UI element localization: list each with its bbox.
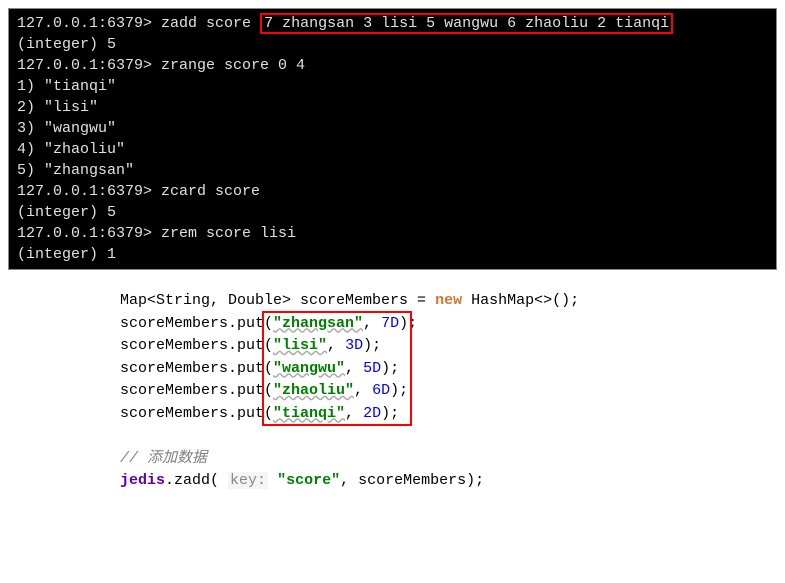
code-line-put: scoreMembers.put("wangwu", 5D); (120, 358, 777, 381)
code-text: , (345, 405, 363, 422)
code-text: scoreMembers.put( (120, 337, 273, 354)
terminal-output: 127.0.0.1:6379> zadd score 7 zhangsan 3 … (8, 8, 777, 270)
terminal-line: 4) "zhaoliu" (17, 139, 768, 160)
number-literal: 7D (381, 315, 399, 332)
code-line-zadd: jedis.zadd( key: "score", scoreMembers); (120, 470, 777, 493)
code-text: , scoreMembers); (340, 472, 484, 489)
code-line-decl: Map<String, Double> scoreMembers = new H… (120, 290, 777, 313)
number-literal: 5D (363, 360, 381, 377)
code-text: Map<String, Double> scoreMembers = (120, 292, 435, 309)
code-text: HashMap<>(); (462, 292, 579, 309)
terminal-line: 127.0.0.1:6379> zrem score lisi (17, 223, 768, 244)
number-literal: 3D (345, 337, 363, 354)
code-text: ); (390, 382, 408, 399)
code-text: ); (381, 405, 399, 422)
string-literal: "zhangsan" (273, 315, 363, 332)
string-literal: "zhaoliu" (273, 382, 354, 399)
code-comment: // 添加数据 (120, 448, 777, 471)
zadd-args-highlight: 7 zhangsan 3 lisi 5 wangwu 6 zhaoliu 2 t… (260, 13, 673, 34)
number-literal: 2D (363, 405, 381, 422)
terminal-cmd: zadd score (161, 15, 260, 32)
code-line-put: scoreMembers.put("tianqi", 2D); (120, 403, 777, 426)
terminal-prompt: 127.0.0.1:6379> (17, 57, 161, 74)
terminal-cmd: zrange score 0 4 (161, 57, 305, 74)
code-text: .zadd( (165, 472, 228, 489)
terminal-line: 127.0.0.1:6379> zcard score (17, 181, 768, 202)
code-text: , (327, 337, 345, 354)
blank-line (120, 425, 777, 448)
code-text: , (354, 382, 372, 399)
terminal-line: (integer) 5 (17, 34, 768, 55)
code-line-put: scoreMembers.put("lisi", 3D); (120, 335, 777, 358)
code-text: ); (363, 337, 381, 354)
terminal-cmd: zrem score lisi (161, 225, 296, 242)
code-line-put: scoreMembers.put("zhaoliu", 6D); (120, 380, 777, 403)
code-text: , (345, 360, 363, 377)
terminal-line: (integer) 5 (17, 202, 768, 223)
terminal-prompt: 127.0.0.1:6379> (17, 225, 161, 242)
code-text: scoreMembers.put( (120, 360, 273, 377)
terminal-prompt: 127.0.0.1:6379> (17, 183, 161, 200)
terminal-line: 127.0.0.1:6379> zrange score 0 4 (17, 55, 768, 76)
terminal-line: 2) "lisi" (17, 97, 768, 118)
code-text: scoreMembers.put( (120, 315, 273, 332)
terminal-line: 3) "wangwu" (17, 118, 768, 139)
number-literal: 6D (372, 382, 390, 399)
keyword-new: new (435, 292, 462, 309)
code-text: scoreMembers.put( (120, 382, 273, 399)
code-line-put: scoreMembers.put("zhangsan", 7D); (120, 313, 777, 336)
java-code-block: Map<String, Double> scoreMembers = new H… (0, 270, 785, 501)
terminal-prompt: 127.0.0.1:6379> (17, 15, 161, 32)
terminal-line: (integer) 1 (17, 244, 768, 265)
string-literal: "score" (277, 472, 340, 489)
terminal-cmd: zcard score (161, 183, 260, 200)
code-text (268, 472, 277, 489)
code-text: scoreMembers.put( (120, 405, 273, 422)
terminal-line: 1) "tianqi" (17, 76, 768, 97)
string-literal: "wangwu" (273, 360, 345, 377)
param-hint: key: (228, 472, 268, 489)
code-text: ); (399, 315, 417, 332)
terminal-line: 127.0.0.1:6379> zadd score 7 zhangsan 3 … (17, 13, 768, 34)
code-text: , (363, 315, 381, 332)
terminal-line: 5) "zhangsan" (17, 160, 768, 181)
string-literal: "tianqi" (273, 405, 345, 422)
object-ref: jedis (120, 472, 165, 489)
code-text: ); (381, 360, 399, 377)
string-literal: "lisi" (273, 337, 327, 354)
